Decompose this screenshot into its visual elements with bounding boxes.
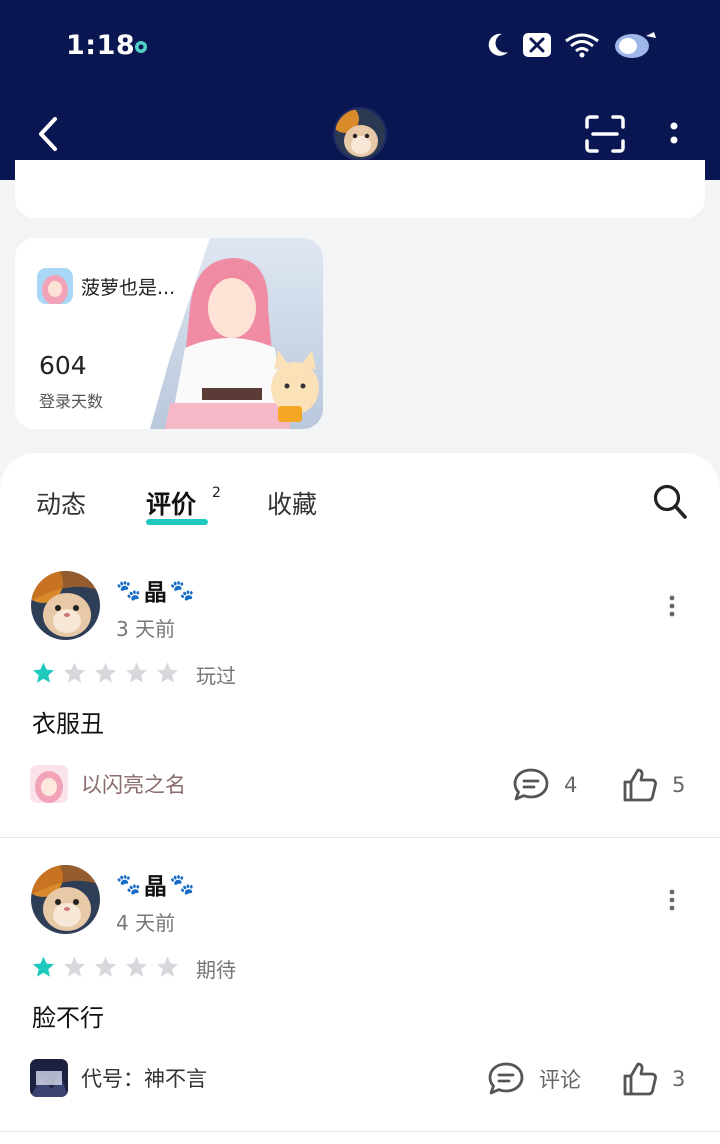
hamster-avatar-image bbox=[31, 571, 100, 640]
login-days-count: 604 bbox=[39, 351, 87, 380]
reviewer-name-text: 晶 bbox=[143, 580, 167, 606]
content-panel: 动态 评价 2 收藏 🐾 晶 🐾 3 天前 玩过 衣服丑 以闪亮之名 4 5 🐾… bbox=[0, 453, 720, 1144]
search-icon bbox=[653, 484, 687, 519]
no-signal-icon bbox=[523, 33, 551, 57]
thumbs-up-icon bbox=[623, 768, 657, 802]
moon-icon bbox=[488, 33, 508, 56]
vertical-dots-icon bbox=[669, 595, 675, 617]
review-divider bbox=[0, 837, 720, 838]
star-empty-icon bbox=[64, 662, 85, 683]
like-button[interactable]: 3 bbox=[622, 1061, 685, 1097]
reviewer-name-text: 晶 bbox=[143, 874, 167, 900]
game-icon-image bbox=[30, 765, 68, 803]
star-empty-icon bbox=[157, 956, 178, 977]
rating-stars bbox=[31, 661, 180, 685]
game-icon bbox=[37, 268, 73, 304]
like-count: 3 bbox=[672, 1067, 686, 1091]
star-empty-icon bbox=[95, 662, 116, 683]
chevron-left-icon bbox=[39, 117, 57, 151]
review-game-link[interactable]: 以闪亮之名 bbox=[30, 765, 186, 803]
review-item[interactable]: 🐾 晶 🐾 3 天前 玩过 衣服丑 以闪亮之名 4 5 bbox=[0, 571, 720, 831]
game-character-art bbox=[150, 238, 323, 429]
hamster-avatar-image bbox=[31, 865, 100, 934]
reviewer-avatar[interactable] bbox=[31, 571, 100, 640]
tab-reviews-badge: 2 bbox=[212, 485, 221, 501]
tab-bar: 动态 评价 2 收藏 bbox=[0, 453, 720, 543]
paw-icon: 🐾 bbox=[116, 872, 141, 896]
battery-icon bbox=[615, 32, 656, 58]
thumbs-up-icon bbox=[623, 1062, 657, 1096]
star-empty-icon bbox=[95, 956, 116, 977]
play-state: 玩过 bbox=[196, 664, 236, 688]
game-icon bbox=[30, 1059, 68, 1097]
scan-button[interactable] bbox=[584, 114, 626, 154]
paw-icon: 🐾 bbox=[116, 578, 141, 602]
more-button[interactable] bbox=[662, 116, 686, 152]
review-divider bbox=[0, 1131, 720, 1132]
like-button[interactable]: 5 bbox=[622, 767, 685, 803]
review-item[interactable]: 🐾 晶 🐾 4 天前 期待 脸不行 代号：神不言 评论 3 bbox=[0, 865, 720, 1125]
app-header: 1:18 bbox=[0, 0, 720, 180]
tab-favorites[interactable]: 收藏 bbox=[267, 485, 317, 521]
comment-icon bbox=[488, 1062, 524, 1095]
game-icon bbox=[30, 765, 68, 803]
game-card[interactable]: 菠萝也是... 604 登录天数 bbox=[15, 238, 323, 429]
like-count: 5 bbox=[672, 773, 686, 797]
rating-stars bbox=[31, 955, 180, 979]
comment-button[interactable]: 评论 bbox=[487, 1061, 581, 1097]
tab-active-indicator bbox=[146, 519, 208, 525]
header-avatar[interactable] bbox=[333, 107, 387, 161]
star-empty-icon bbox=[126, 662, 147, 683]
reviewer-name[interactable]: 🐾 晶 🐾 bbox=[116, 867, 195, 901]
review-game-link[interactable]: 代号：神不言 bbox=[30, 1059, 207, 1097]
review-time: 4 天前 bbox=[116, 911, 176, 935]
profile-card-bottom bbox=[15, 160, 705, 218]
tab-reviews[interactable]: 评价 bbox=[146, 485, 196, 521]
tab-activity[interactable]: 动态 bbox=[36, 485, 86, 521]
comment-count: 评论 bbox=[539, 1068, 581, 1092]
star-empty-icon bbox=[64, 956, 85, 977]
review-content[interactable]: 脸不行 bbox=[32, 998, 104, 1033]
vertical-dots-icon bbox=[670, 122, 678, 144]
status-icons bbox=[484, 30, 658, 60]
review-time: 3 天前 bbox=[116, 617, 176, 641]
review-content[interactable]: 衣服丑 bbox=[32, 704, 104, 739]
search-button[interactable] bbox=[652, 483, 688, 521]
reviewer-name[interactable]: 🐾 晶 🐾 bbox=[116, 573, 195, 607]
status-time: 1:18 bbox=[66, 30, 136, 61]
star-empty-icon bbox=[126, 956, 147, 977]
review-more-button[interactable] bbox=[662, 887, 682, 913]
play-state: 期待 bbox=[196, 958, 236, 982]
login-days-label: 登录天数 bbox=[39, 392, 104, 411]
comment-count: 4 bbox=[564, 773, 578, 797]
scan-icon bbox=[585, 115, 625, 153]
paw-icon: 🐾 bbox=[169, 578, 195, 602]
star-empty-icon bbox=[157, 662, 178, 683]
wifi-icon bbox=[565, 33, 599, 58]
star-filled-icon bbox=[33, 662, 54, 683]
back-button[interactable] bbox=[28, 112, 68, 156]
reviewer-avatar[interactable] bbox=[31, 865, 100, 934]
game-label: 以闪亮之名 bbox=[81, 773, 186, 797]
hamster-avatar-image bbox=[335, 109, 385, 159]
comment-icon bbox=[513, 768, 549, 801]
game-label: 代号：神不言 bbox=[81, 1067, 207, 1091]
comment-button[interactable]: 4 bbox=[512, 767, 577, 803]
review-more-button[interactable] bbox=[662, 593, 682, 619]
game-icon-image bbox=[30, 1059, 68, 1097]
paw-icon: 🐾 bbox=[169, 872, 195, 896]
app-notification-icon bbox=[135, 41, 147, 53]
game-icon-image bbox=[37, 268, 73, 304]
star-filled-icon bbox=[33, 956, 54, 977]
vertical-dots-icon bbox=[669, 889, 675, 911]
